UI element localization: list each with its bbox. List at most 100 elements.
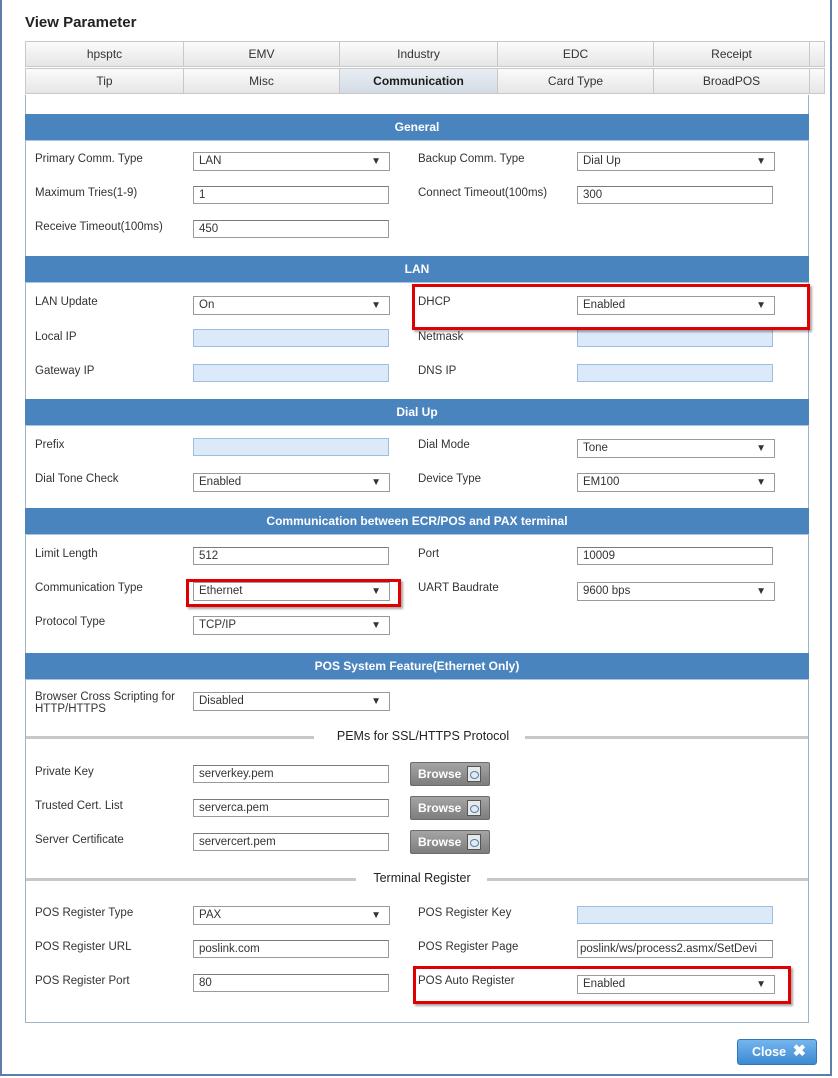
- trusted-cert-list-label: Trusted Cert. List: [35, 800, 123, 812]
- tab-edc[interactable]: EDC: [497, 41, 653, 67]
- dial-mode-select[interactable]: Tone ▼: [577, 439, 775, 458]
- tab-hpsptc[interactable]: hpsptc: [25, 41, 183, 67]
- device-type-select[interactable]: EM100 ▼: [577, 473, 775, 492]
- server-certificate-label: Server Certificate: [35, 834, 124, 846]
- pos-register-type-label: POS Register Type: [35, 907, 134, 919]
- select-value: PAX: [199, 909, 222, 921]
- private-key-browse-button[interactable]: Browse: [410, 762, 490, 786]
- tab-row-1: hpsptc EMV Industry EDC Receipt: [25, 41, 825, 67]
- tab-broadpos[interactable]: BroadPOS: [653, 68, 809, 94]
- pos-register-page-input[interactable]: poslink/ws/process2.asmx/SetDevi: [577, 940, 773, 958]
- pos-register-key-input[interactable]: [577, 906, 773, 924]
- dialog-title: View Parameter: [25, 14, 137, 31]
- primary-comm-type-label: Primary Comm. Type: [35, 153, 143, 165]
- select-value: Disabled: [199, 695, 244, 707]
- tab-misc[interactable]: Misc: [183, 68, 339, 94]
- uart-baudrate-select[interactable]: 9600 bps ▼: [577, 582, 775, 601]
- trusted-cert-browse-button[interactable]: Browse: [410, 796, 490, 820]
- tab-emv[interactable]: EMV: [183, 41, 339, 67]
- backup-comm-type-select[interactable]: Dial Up ▼: [577, 152, 775, 171]
- local-ip-input[interactable]: [193, 329, 389, 347]
- section-header-pos-feature: POS System Feature(Ethernet Only): [25, 653, 809, 680]
- dial-mode-label: Dial Mode: [418, 439, 470, 451]
- divider: [26, 736, 314, 739]
- close-button[interactable]: Close ✖: [737, 1039, 817, 1065]
- browser-cross-scripting-label: Browser Cross Scripting for HTTP/HTTPS: [35, 691, 175, 715]
- trusted-cert-list-input[interactable]: serverca.pem: [193, 799, 389, 817]
- section-header-general: General: [25, 114, 809, 141]
- select-value: On: [199, 299, 215, 311]
- dropdown-arrow-icon: ▼: [756, 443, 766, 454]
- close-label: Close: [752, 1045, 787, 1059]
- prefix-label: Prefix: [35, 439, 65, 451]
- select-value: Dial Up: [583, 155, 621, 167]
- server-certificate-input[interactable]: servercert.pem: [193, 833, 389, 851]
- pos-register-port-label: POS Register Port: [35, 975, 130, 987]
- private-key-input[interactable]: serverkey.pem: [193, 765, 389, 783]
- limit-length-label: Limit Length: [35, 548, 98, 560]
- pos-register-key-label: POS Register Key: [418, 907, 512, 919]
- select-value: LAN: [199, 155, 222, 167]
- dropdown-arrow-icon: ▼: [371, 477, 381, 488]
- maximum-tries-input[interactable]: 1: [193, 186, 389, 204]
- primary-comm-type-select[interactable]: LAN ▼: [193, 152, 390, 171]
- tab-card-type[interactable]: Card Type: [497, 68, 653, 94]
- select-value: Tone: [583, 442, 608, 454]
- dial-tone-check-select[interactable]: Enabled ▼: [193, 473, 390, 492]
- section-header-dial-up: Dial Up: [25, 399, 809, 426]
- tab-row-2: Tip Misc Communication Card Type BroadPO…: [25, 68, 825, 94]
- divider: [487, 878, 808, 881]
- connect-timeout-label: Connect Timeout(100ms): [418, 187, 548, 199]
- gateway-ip-input[interactable]: [193, 364, 389, 382]
- connect-timeout-input[interactable]: 300: [577, 186, 773, 204]
- dropdown-arrow-icon: ▼: [371, 620, 381, 631]
- lan-update-label: LAN Update: [35, 296, 98, 308]
- file-icon: [467, 766, 481, 782]
- pos-register-type-select[interactable]: PAX ▼: [193, 906, 390, 925]
- lan-update-select[interactable]: On ▼: [193, 296, 390, 315]
- pos-register-url-input[interactable]: poslink.com: [193, 940, 389, 958]
- protocol-type-label: Protocol Type: [35, 616, 106, 628]
- netmask-input[interactable]: [577, 329, 773, 347]
- select-value: EM100: [583, 476, 620, 488]
- label-line: HTTP/HTTPS: [35, 703, 106, 715]
- limit-length-input[interactable]: 512: [193, 547, 389, 565]
- port-input[interactable]: 10009: [577, 547, 773, 565]
- protocol-type-select[interactable]: TCP/IP ▼: [193, 616, 390, 635]
- dns-ip-input[interactable]: [577, 364, 773, 382]
- device-type-label: Device Type: [418, 473, 482, 485]
- tab-bar: hpsptc EMV Industry EDC Receipt Tip Misc…: [25, 41, 825, 95]
- browse-label: Browse: [418, 767, 462, 781]
- tab-tip[interactable]: Tip: [25, 68, 183, 94]
- pos-register-port-input[interactable]: 80: [193, 974, 389, 992]
- maximum-tries-label: Maximum Tries(1-9): [35, 187, 138, 199]
- tab-industry[interactable]: Industry: [339, 41, 497, 67]
- private-key-label: Private Key: [35, 766, 94, 778]
- dropdown-arrow-icon: ▼: [756, 477, 766, 488]
- receive-timeout-input[interactable]: 450: [193, 220, 389, 238]
- tab-communication[interactable]: Communication: [339, 68, 497, 94]
- backup-comm-type-label: Backup Comm. Type: [418, 153, 525, 165]
- communication-type-highlight-box: [186, 579, 401, 607]
- dhcp-highlight-box: [412, 284, 810, 330]
- browse-label: Browse: [418, 801, 462, 815]
- select-value: TCP/IP: [199, 619, 237, 631]
- section-header-lan: LAN: [25, 256, 809, 283]
- select-value: 9600 bps: [583, 585, 631, 597]
- pos-auto-register-highlight-box: [413, 966, 791, 1004]
- prefix-input[interactable]: [193, 438, 389, 456]
- tab-scroll: [809, 41, 825, 67]
- dropdown-arrow-icon: ▼: [756, 586, 766, 597]
- pems-section-title: PEMs for SSL/HTTPS Protocol: [336, 729, 510, 743]
- tab-receipt[interactable]: Receipt: [653, 41, 809, 67]
- server-certificate-browse-button[interactable]: Browse: [410, 830, 490, 854]
- pos-register-page-label: POS Register Page: [418, 941, 519, 953]
- file-icon: [467, 800, 481, 816]
- netmask-label: Netmask: [418, 331, 464, 343]
- dropdown-arrow-icon: ▼: [756, 156, 766, 167]
- dropdown-arrow-icon: ▼: [371, 910, 381, 921]
- close-icon: ✖: [792, 1043, 806, 1060]
- divider: [26, 878, 356, 881]
- browse-label: Browse: [418, 835, 462, 849]
- browser-cross-scripting-select[interactable]: Disabled ▼: [193, 692, 390, 711]
